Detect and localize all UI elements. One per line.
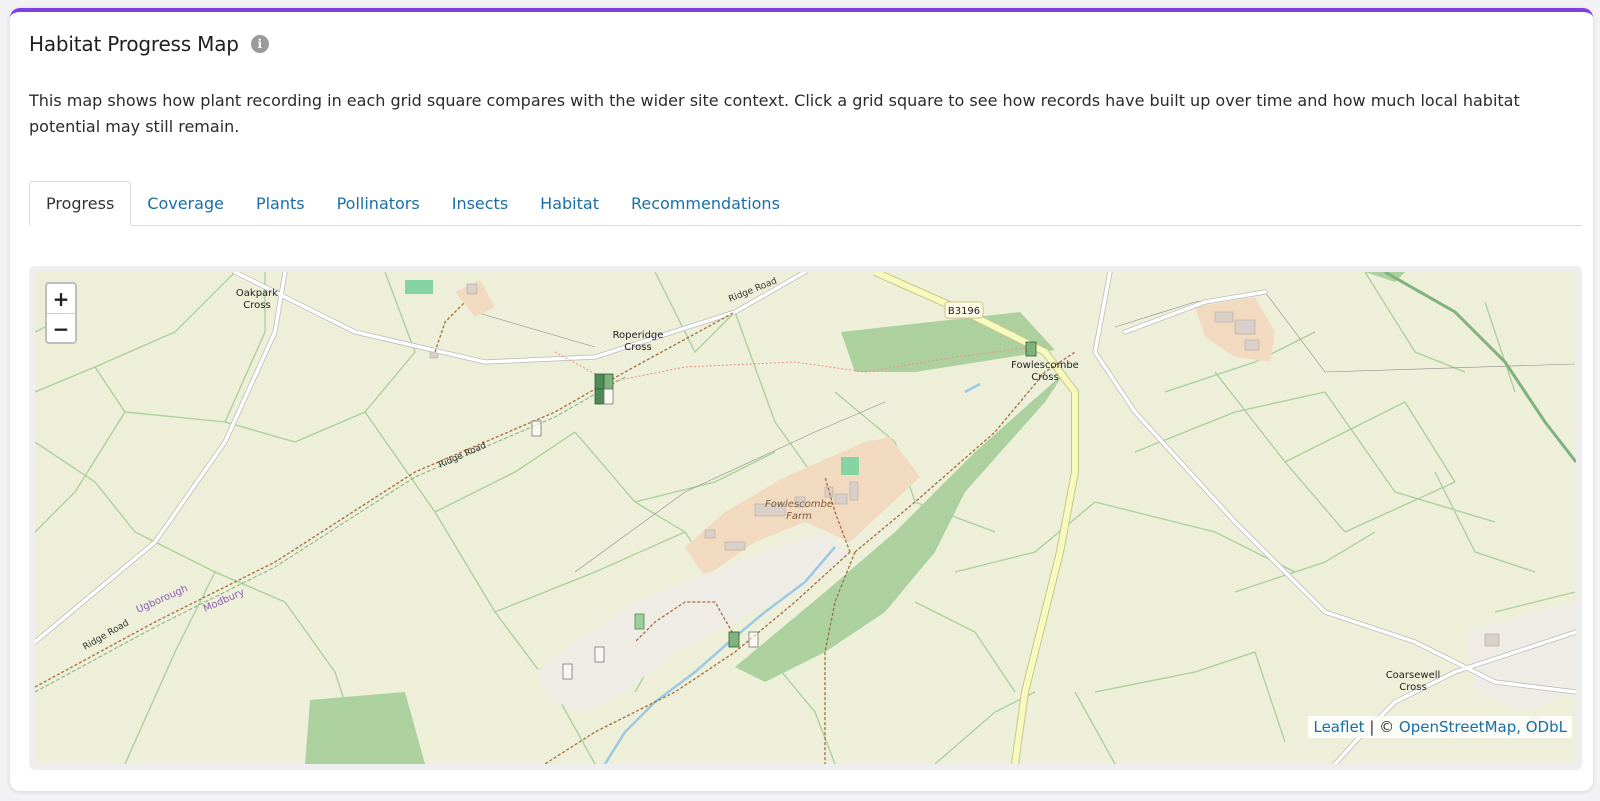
grid-square[interactable] [562,663,573,680]
tab-progress[interactable]: Progress [29,181,132,226]
title-row: Habitat Progress Map i [29,32,269,56]
grid-square[interactable] [531,420,542,437]
osm-link[interactable]: OpenStreetMap, ODbL [1399,718,1567,736]
grid-square[interactable] [728,631,740,648]
place-label-coarsewell: Coarsewell [1386,670,1441,681]
place-label-oakpark: Cross [243,300,270,311]
place-label-fowlescombe-cross: Cross [1031,372,1058,383]
grid-square[interactable] [603,373,614,390]
grid-square[interactable] [1025,341,1037,357]
tab-insects[interactable]: Insects [436,181,524,225]
coarsewell-area [1465,602,1576,712]
parish-label-ugborough: Ugborough [135,583,190,615]
grid-square[interactable] [594,646,605,663]
map-canvas[interactable]: Oakpark Cross Roperidge Cross Fowlescomb… [35,272,1576,764]
grid-square[interactable] [594,373,605,390]
place-label-oakpark: Oakpark [236,288,278,299]
place-label-fowlescombe-farm: Fowlescombe [765,499,833,510]
pond-area [405,280,433,294]
place-label-roperidge: Cross [624,342,651,353]
road-label-ridge-road: Ridge Road [437,441,488,471]
attribution-separator: | © [1364,718,1399,736]
place-label-fowlescombe-farm: Farm [786,511,812,522]
page-title: Habitat Progress Map [29,32,239,56]
grid-square[interactable] [748,631,759,648]
grid-square[interactable] [594,388,605,405]
place-label-fowlescombe-cross: Fowlescombe [1011,360,1079,371]
map-attribution: Leaflet | © OpenStreetMap, ODbL [1308,716,1572,738]
place-label-roperidge: Roperidge [613,330,664,341]
tab-pollinators[interactable]: Pollinators [321,181,436,225]
basemap[interactable]: Oakpark Cross Roperidge Cross Fowlescomb… [35,272,1576,764]
grid-square[interactable] [603,388,614,405]
info-icon[interactable]: i [250,35,269,53]
road-label-b3196: B3196 [948,306,980,317]
grid-square[interactable] [634,613,645,630]
map-description: This map shows how plant recording in ea… [29,91,1520,136]
tab-coverage[interactable]: Coverage [131,181,240,225]
tab-recommendations[interactable]: Recommendations [615,181,796,225]
leaflet-link[interactable]: Leaflet [1313,718,1364,736]
habitat-progress-card: Habitat Progress Map i This map shows ho… [10,8,1593,791]
green-patch [841,457,859,475]
tab-plants[interactable]: Plants [240,181,321,225]
map-container: Oakpark Cross Roperidge Cross Fowlescomb… [29,266,1582,770]
road-label-ridge-road: Ridge Road [82,618,131,652]
zoom-out-button[interactable]: − [47,313,75,343]
parish-label-modbury: Modbury [202,587,247,615]
zoom-in-button[interactable]: + [47,284,75,313]
zoom-control: + − [45,282,77,344]
tab-habitat[interactable]: Habitat [524,181,615,225]
place-label-coarsewell: Cross [1399,682,1426,693]
tab-bar: Progress Coverage Plants Pollinators Ins… [29,169,1582,226]
